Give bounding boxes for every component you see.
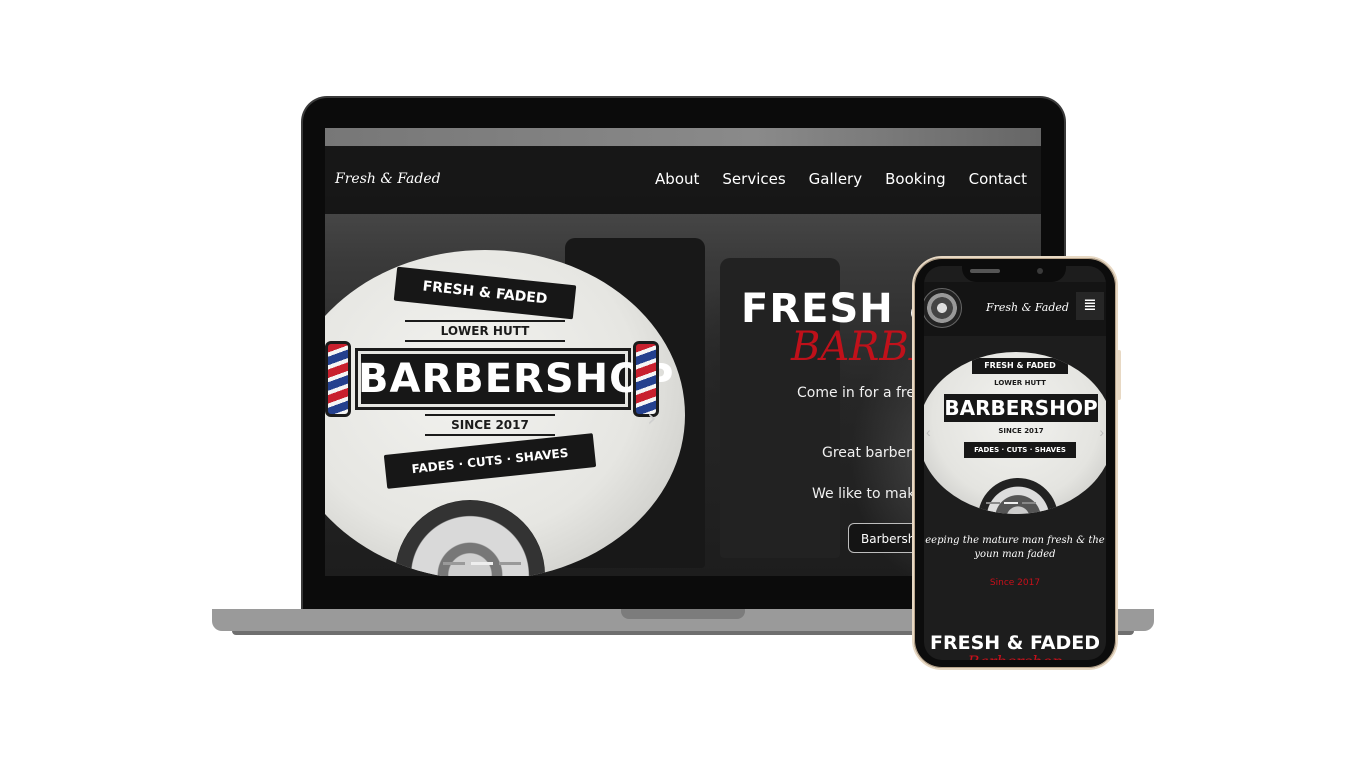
badge-bottom-ribbon: FADES · CUTS · SHAVES	[383, 433, 597, 489]
nav-link-services[interactable]: Services	[722, 170, 785, 188]
slider-dot[interactable]	[443, 562, 465, 565]
phone-hero-title: FRESH & FADED	[930, 632, 1100, 654]
site-logo[interactable]: Fresh & Faded	[335, 171, 441, 187]
badge-since: SINCE 2017	[998, 427, 1044, 435]
hero-top-strip	[325, 128, 1041, 146]
badge-since: SINCE 2017	[425, 414, 555, 436]
badge-location: LOWER HUTT	[994, 379, 1046, 387]
site-nav-links: About Services Gallery Booking Contact	[655, 170, 1027, 188]
phone-since: Since 2017	[989, 578, 1041, 588]
slider-dot-active[interactable]	[1004, 502, 1018, 504]
phone-screen: Fresh & Faded ≣ FRESH & FADED LOWER HUTT…	[924, 266, 1106, 660]
badge-main-text: BARBERSHOP	[944, 394, 1098, 422]
badge-top-ribbon: FRESH & FADED	[393, 266, 577, 320]
laptop-trackpad-notch	[621, 609, 745, 619]
slider-indicators	[986, 502, 1036, 504]
nav-link-contact[interactable]: Contact	[969, 170, 1027, 188]
barber-pole-icon	[325, 341, 351, 417]
chevron-right-icon[interactable]: ›	[647, 404, 657, 432]
slider-dot-active[interactable]	[471, 562, 493, 565]
camera-icon	[1037, 268, 1043, 274]
phone-site-logo[interactable]: Fresh & Faded	[986, 301, 1069, 314]
nav-link-booking[interactable]: Booking	[885, 170, 946, 188]
avatar[interactable]	[924, 288, 962, 328]
nav-link-about[interactable]: About	[655, 170, 699, 188]
slider-dot[interactable]	[986, 502, 1000, 504]
slider-indicators	[443, 562, 521, 565]
slider-dot[interactable]	[1022, 502, 1036, 504]
phone-hero-image: FRESH & FADED LOWER HUTT BARBERSHOP SINC…	[924, 352, 1106, 514]
speaker-icon	[970, 269, 1000, 273]
hamburger-menu-icon[interactable]: ≣	[1076, 292, 1104, 320]
chevron-right-icon[interactable]: ›	[1099, 424, 1104, 440]
phone-hero-script: Barbershop	[924, 652, 1106, 660]
phone-side-button	[1117, 350, 1121, 400]
slider-dot[interactable]	[499, 562, 521, 565]
nav-link-gallery[interactable]: Gallery	[809, 170, 862, 188]
chevron-left-icon[interactable]: ‹	[926, 424, 931, 440]
phone-tagline: eeping the mature man fresh & the youn m…	[925, 535, 1105, 560]
badge-bottom-ribbon: FADES · CUTS · SHAVES	[964, 442, 1076, 458]
badge-main-text: BARBERSHOP	[355, 348, 673, 410]
badge-location: LOWER HUTT	[405, 320, 565, 342]
phone-navbar: Fresh & Faded ≣	[924, 282, 1106, 336]
hero-slide-image: FRESH & FADED LOWER HUTT BARBERSHOP SINC…	[325, 250, 685, 576]
site-navbar: Fresh & Faded About Services Gallery Boo…	[325, 146, 1041, 214]
badge-top-ribbon: FRESH & FADED	[972, 358, 1068, 374]
car-wheel	[978, 478, 1058, 514]
barbershop-badge: FRESH & FADED LOWER HUTT BARBERSHOP SINC…	[325, 266, 673, 528]
